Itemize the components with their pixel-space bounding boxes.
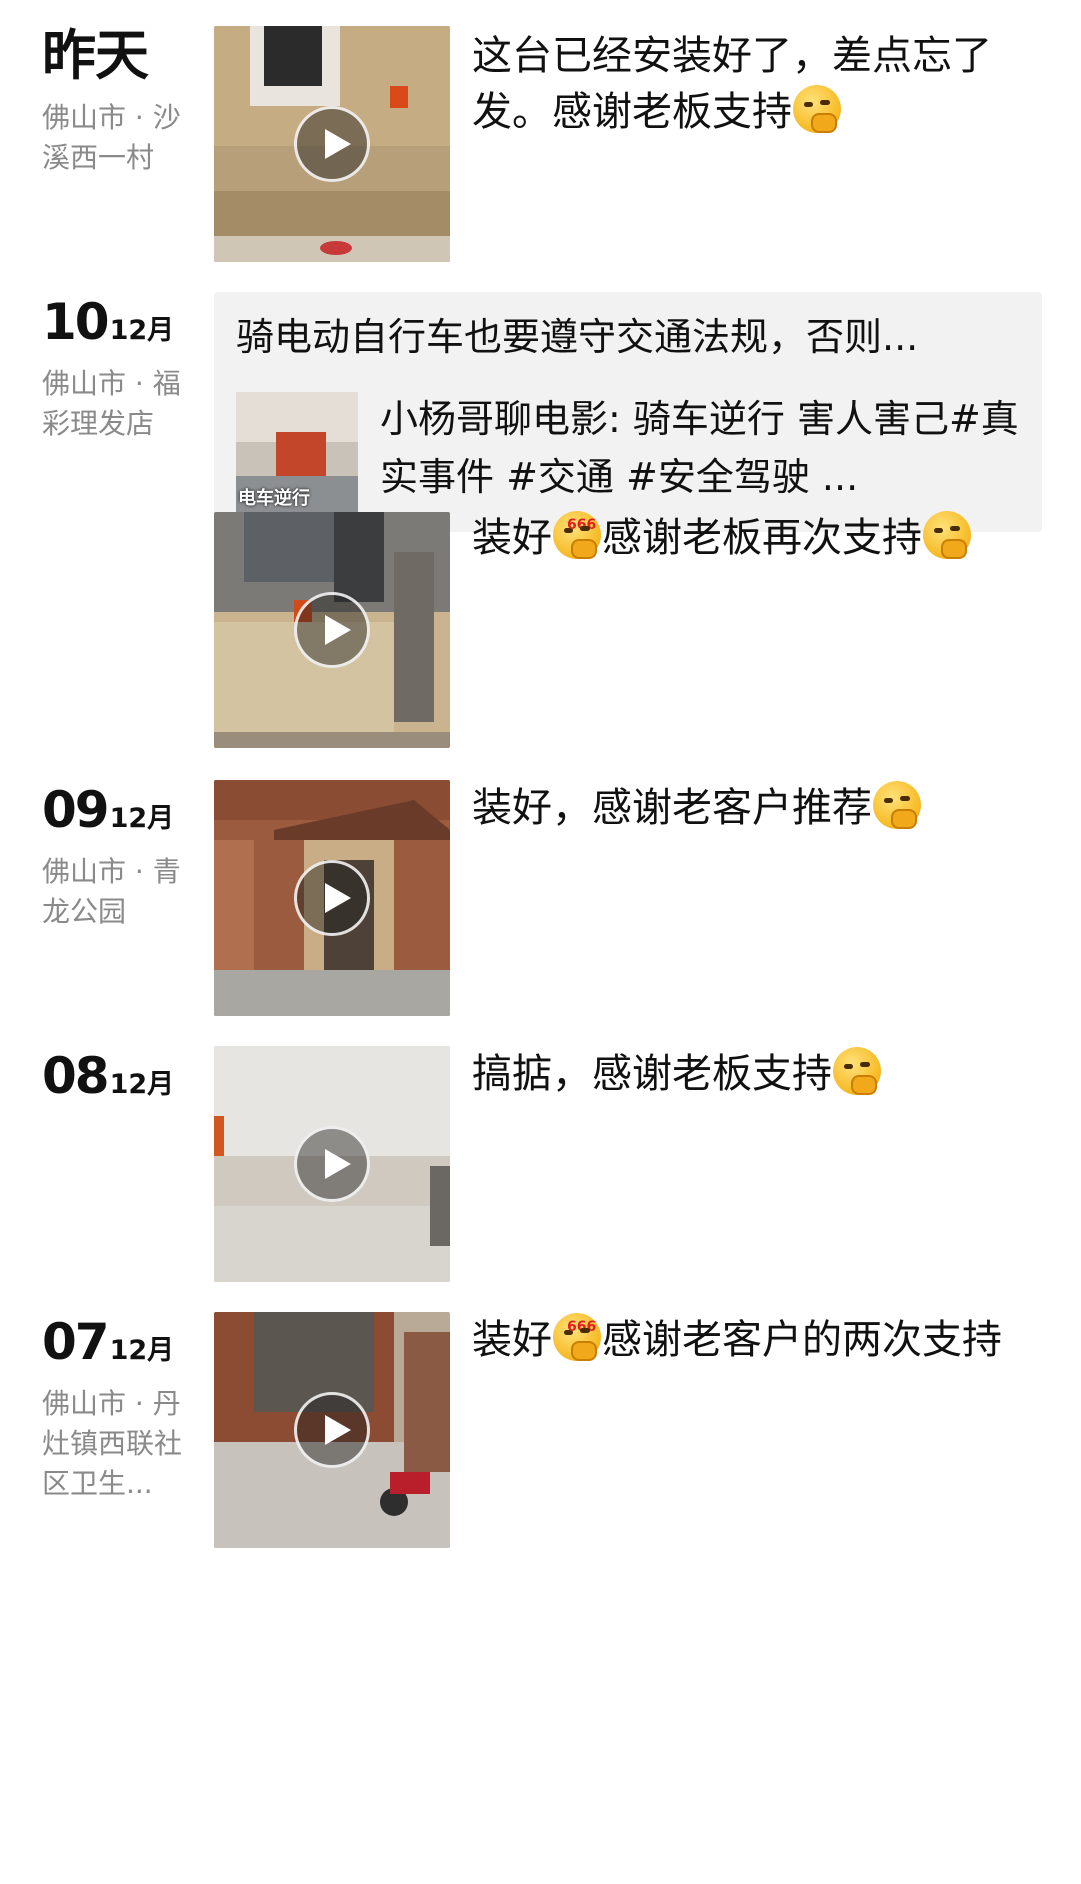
date-month: 12月 [109,315,175,346]
date-label: 1012月 [42,292,202,352]
shared-link-card[interactable]: 骑电动自行车也要遵守交通法规，否则... 电车逆行 小杨哥聊电影: 骑车逆行 害… [214,292,1042,532]
date-column: 昨天 佛山市 · 沙溪西一村 [42,26,202,178]
share-description: 小杨哥聊电影: 骑车逆行 害人害己#真实事件 #交通 #安全驾驶 ... [380,397,1019,499]
moment-caption: 装好，感谢老客户推荐 [472,780,1042,836]
smirk-emoji-icon [873,781,921,829]
date-month: 12月 [109,1335,175,1366]
share-thumbnail: 电车逆行 [236,392,358,514]
date-day: 10 [42,293,110,351]
caption-text: 这台已经安装好了，差点忘了发。感谢老板支持 [472,33,992,135]
smirk-emoji-icon [833,1047,881,1095]
date-column: 0812月 [42,1046,202,1106]
play-icon[interactable] [294,1392,370,1468]
date-label: 0712月 [42,1312,202,1372]
location-label[interactable]: 佛山市 · 青龙公园 [42,852,192,932]
date-label: 0812月 [42,1046,202,1106]
caption-text: 感谢老板再次支持 [602,515,922,561]
date-column: 0912月 佛山市 · 青龙公园 [42,780,202,932]
date-column: 1012月 佛山市 · 福彩理发店 [42,292,202,444]
moment-caption: 这台已经安装好了，差点忘了发。感谢老板支持 [472,28,1042,140]
moment-caption: 搞掂，感谢老板支持 [472,1046,1042,1102]
date-label: 昨天 [42,24,149,87]
date-column: 0712月 佛山市 · 丹灶镇西联社区卫生... [42,1312,202,1504]
moment-caption: 装好 666 感谢老板再次支持 [472,510,1042,566]
date-month: 12月 [109,803,175,834]
share-title: 骑电动自行车也要遵守交通法规，否则... [236,315,919,359]
date-day: 09 [42,781,110,839]
date-label: 0912月 [42,780,202,840]
location-label[interactable]: 佛山市 · 福彩理发店 [42,364,192,444]
location-label[interactable]: 佛山市 · 丹灶镇西联社区卫生... [42,1384,192,1504]
play-icon[interactable] [294,592,370,668]
play-icon[interactable] [294,860,370,936]
caption-text: 搞掂，感谢老板支持 [472,1051,832,1097]
play-icon[interactable] [294,106,370,182]
moment-caption: 装好 666 感谢老客户的两次支持 [472,1312,1042,1368]
video-thumbnail[interactable] [214,512,450,748]
play-icon[interactable] [294,1126,370,1202]
video-thumbnail[interactable] [214,1312,450,1548]
date-day: 08 [42,1047,110,1105]
smirk-emoji-icon [793,85,841,133]
date-month: 12月 [109,1069,175,1100]
video-thumbnail[interactable] [214,780,450,1016]
video-thumbnail[interactable] [214,1046,450,1282]
caption-text: 感谢老客户的两次支持 [602,1317,1002,1363]
date-day: 07 [42,1313,110,1371]
location-label[interactable]: 佛山市 · 沙溪西一村 [42,98,192,178]
caption-text: 装好，感谢老客户推荐 [472,785,872,831]
caption-text: 装好 [472,515,552,561]
video-thumbnail[interactable] [214,26,450,262]
share-thumb-text: 电车逆行 [238,488,310,509]
smirk-emoji-icon [923,511,971,559]
emoji-666-icon: 666 [553,1313,601,1361]
emoji-666-icon: 666 [553,511,601,559]
caption-text: 装好 [472,1317,552,1363]
